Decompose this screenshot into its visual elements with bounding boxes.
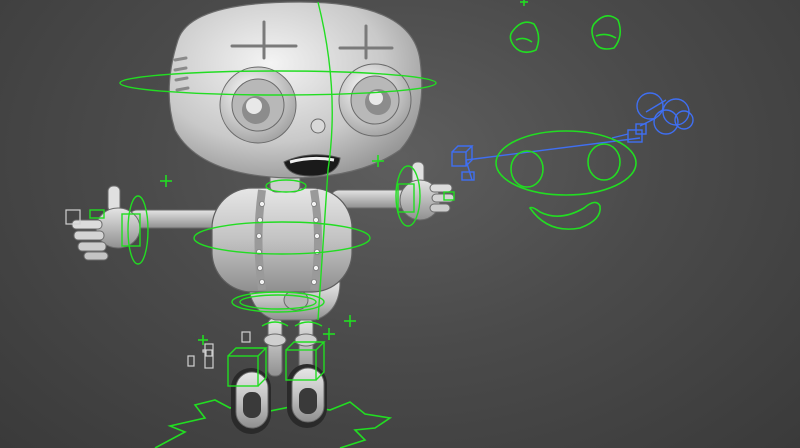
robot-legs [231,317,327,434]
right-wheel-foot [287,364,327,428]
3d-viewport[interactable] [0,0,800,448]
face-outline-control [495,130,637,196]
root-control[interactable] [154,399,393,448]
ik-chain-icon[interactable] [451,92,694,181]
robot-torso [211,167,353,293]
face-rig-controls-icon[interactable] [495,15,637,230]
face-right-eye-shape [587,143,621,181]
left-wheel-foot [231,368,271,434]
robot-head [168,1,423,179]
scene-canvas[interactable] [0,0,800,448]
face-left-eye-shape [510,150,544,188]
face-eye-control-left [509,21,540,54]
face-mouth-control [528,201,601,230]
face-eye-control-right [591,15,622,50]
nose-screw [310,118,326,134]
left-eye [219,66,297,144]
